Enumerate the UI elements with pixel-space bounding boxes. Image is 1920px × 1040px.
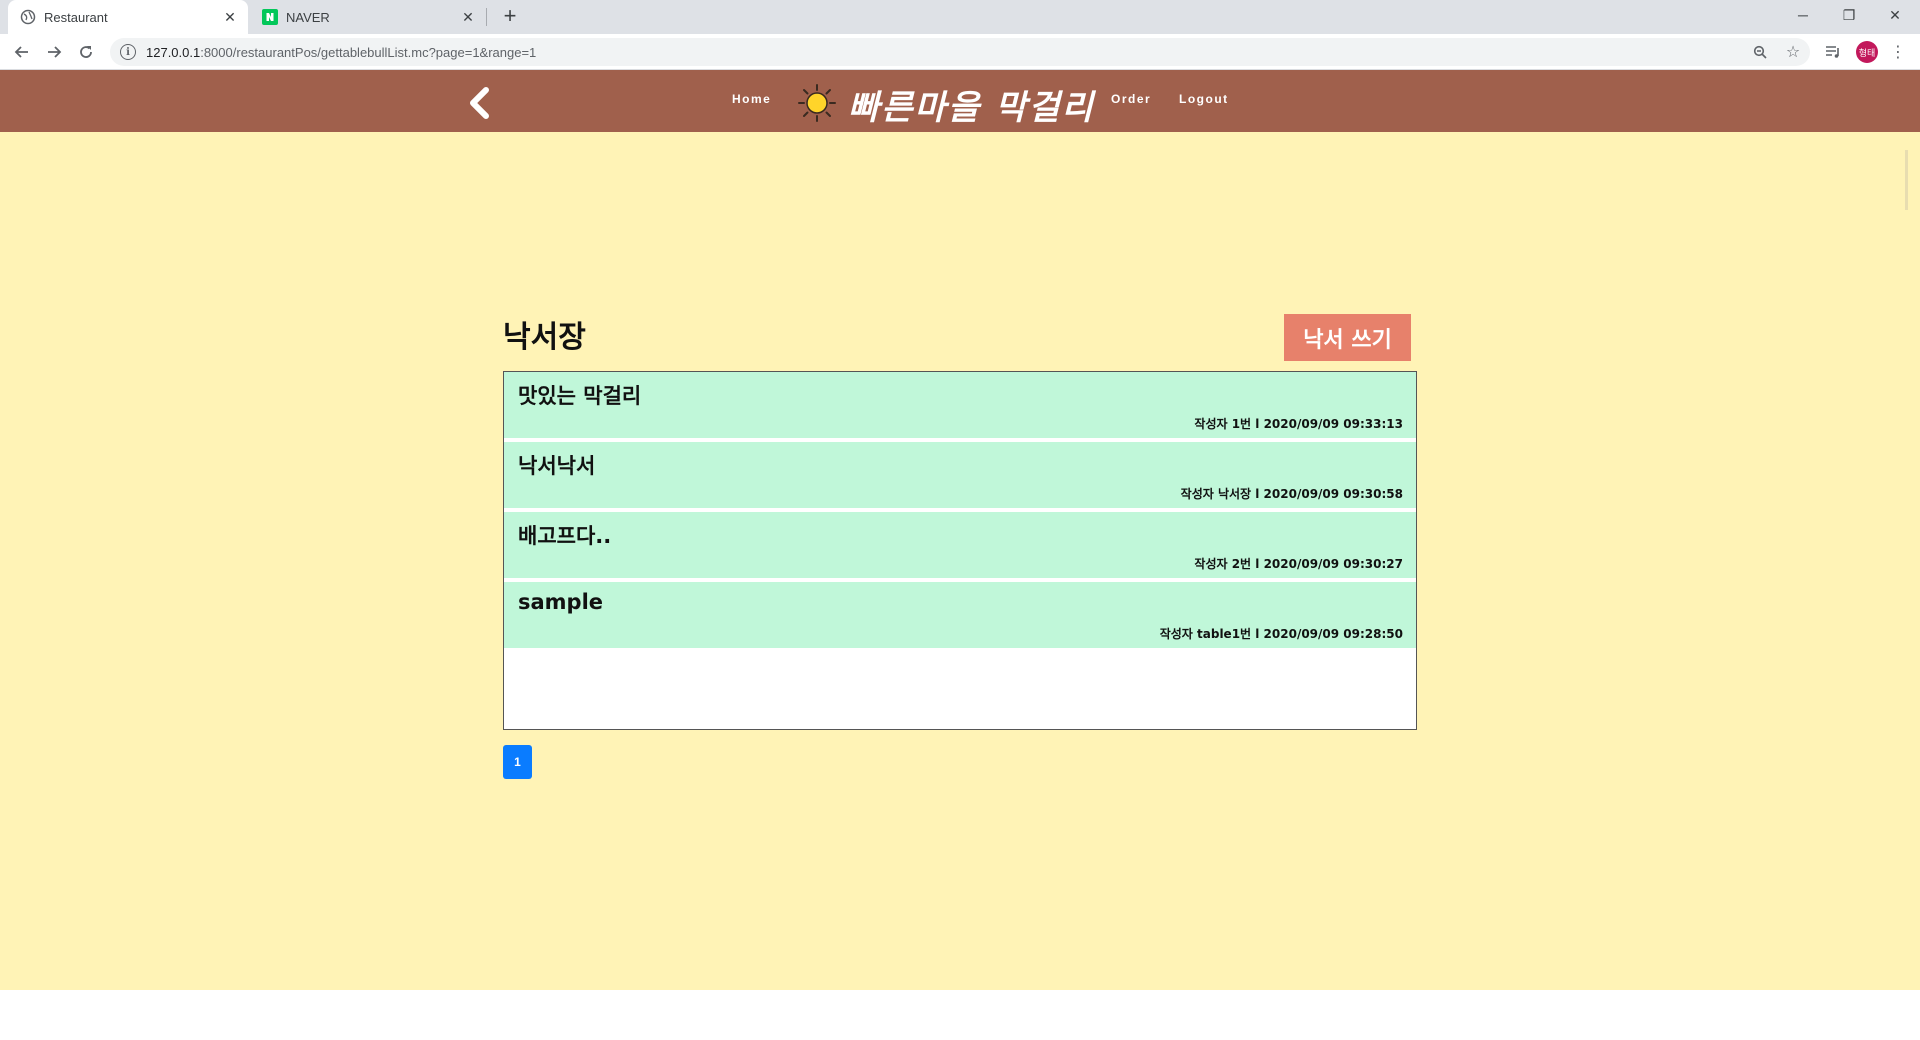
close-icon[interactable]: ✕ xyxy=(458,7,478,27)
post-title[interactable]: 배고프다.. xyxy=(518,520,611,550)
pagination-page-button[interactable]: 1 xyxy=(503,745,532,779)
page-content: Home 빠른마을 막걸리 Order Logout 낙서장 낙서 쓰기 맛있는… xyxy=(0,70,1920,990)
browser-tab-bar: Restaurant ✕ NAVER ✕ + ─ ❐ ✕ xyxy=(0,0,1920,34)
tab-restaurant[interactable]: Restaurant ✕ xyxy=(8,0,248,34)
nav-home[interactable]: Home xyxy=(732,92,771,106)
menu-icon[interactable]: ⋮ xyxy=(1886,40,1910,64)
minimize-icon[interactable]: ─ xyxy=(1780,0,1826,30)
new-tab-icon[interactable]: + xyxy=(498,5,522,29)
post-meta: 작성자 낙서장 l 2020/09/09 09:30:58 xyxy=(1180,487,1403,501)
media-icon[interactable] xyxy=(1821,40,1845,64)
chevron-left-icon[interactable] xyxy=(464,86,494,120)
list-item[interactable]: 배고프다.. 작성자 2번 l 2020/09/09 09:30:27 xyxy=(504,512,1416,578)
star-icon[interactable]: ☆ xyxy=(1781,40,1805,64)
address-bar[interactable]: i 127.0.0.1:8000/restaurantPos/gettableb… xyxy=(110,38,1810,66)
sun-logo-icon xyxy=(798,84,836,122)
list-item[interactable]: 맛있는 막걸리 작성자 1번 l 2020/09/09 09:33:13 xyxy=(504,372,1416,438)
url-text: 127.0.0.1:8000/restaurantPos/gettablebul… xyxy=(146,44,537,60)
tab-separator xyxy=(486,8,487,26)
info-icon[interactable]: i xyxy=(120,44,136,60)
tab-title: NAVER xyxy=(286,9,330,25)
post-meta: 작성자 2번 l 2020/09/09 09:30:27 xyxy=(1194,557,1403,571)
nav-order[interactable]: Order xyxy=(1111,92,1151,106)
post-title[interactable]: 맛있는 막걸리 xyxy=(518,380,641,410)
globe-icon xyxy=(20,9,36,25)
post-meta: 작성자 table1번 l 2020/09/09 09:28:50 xyxy=(1159,627,1403,641)
zoom-icon[interactable] xyxy=(1748,40,1772,64)
forward-icon[interactable] xyxy=(42,40,66,64)
post-list: 맛있는 막걸리 작성자 1번 l 2020/09/09 09:33:13 낙서낙… xyxy=(503,371,1417,730)
list-item[interactable]: sample 작성자 table1번 l 2020/09/09 09:28:50 xyxy=(504,582,1416,648)
tab-naver[interactable]: NAVER ✕ xyxy=(250,0,486,34)
list-item[interactable]: 낙서낙서 작성자 낙서장 l 2020/09/09 09:30:58 xyxy=(504,442,1416,508)
window-close-icon[interactable]: ✕ xyxy=(1872,0,1918,30)
page-title: 낙서장 xyxy=(503,320,586,355)
post-title[interactable]: sample xyxy=(518,590,603,614)
reload-icon[interactable] xyxy=(74,40,98,64)
close-icon[interactable]: ✕ xyxy=(220,7,240,27)
profile-avatar[interactable]: 형태 xyxy=(1856,41,1878,63)
browser-toolbar: i 127.0.0.1:8000/restaurantPos/gettableb… xyxy=(0,34,1920,70)
tab-title: Restaurant xyxy=(44,9,108,25)
naver-icon xyxy=(262,9,278,25)
site-header: Home 빠른마을 막걸리 Order Logout xyxy=(0,70,1920,132)
post-title[interactable]: 낙서낙서 xyxy=(518,450,595,480)
write-post-button[interactable]: 낙서 쓰기 xyxy=(1284,314,1411,361)
nav-logout[interactable]: Logout xyxy=(1179,92,1229,106)
scrollbar[interactable] xyxy=(1905,150,1908,210)
restore-icon[interactable]: ❐ xyxy=(1826,0,1872,30)
post-meta: 작성자 1번 l 2020/09/09 09:33:13 xyxy=(1194,417,1403,431)
back-icon[interactable] xyxy=(10,40,34,64)
site-logo-text[interactable]: 빠른마을 막걸리 xyxy=(848,80,1095,129)
